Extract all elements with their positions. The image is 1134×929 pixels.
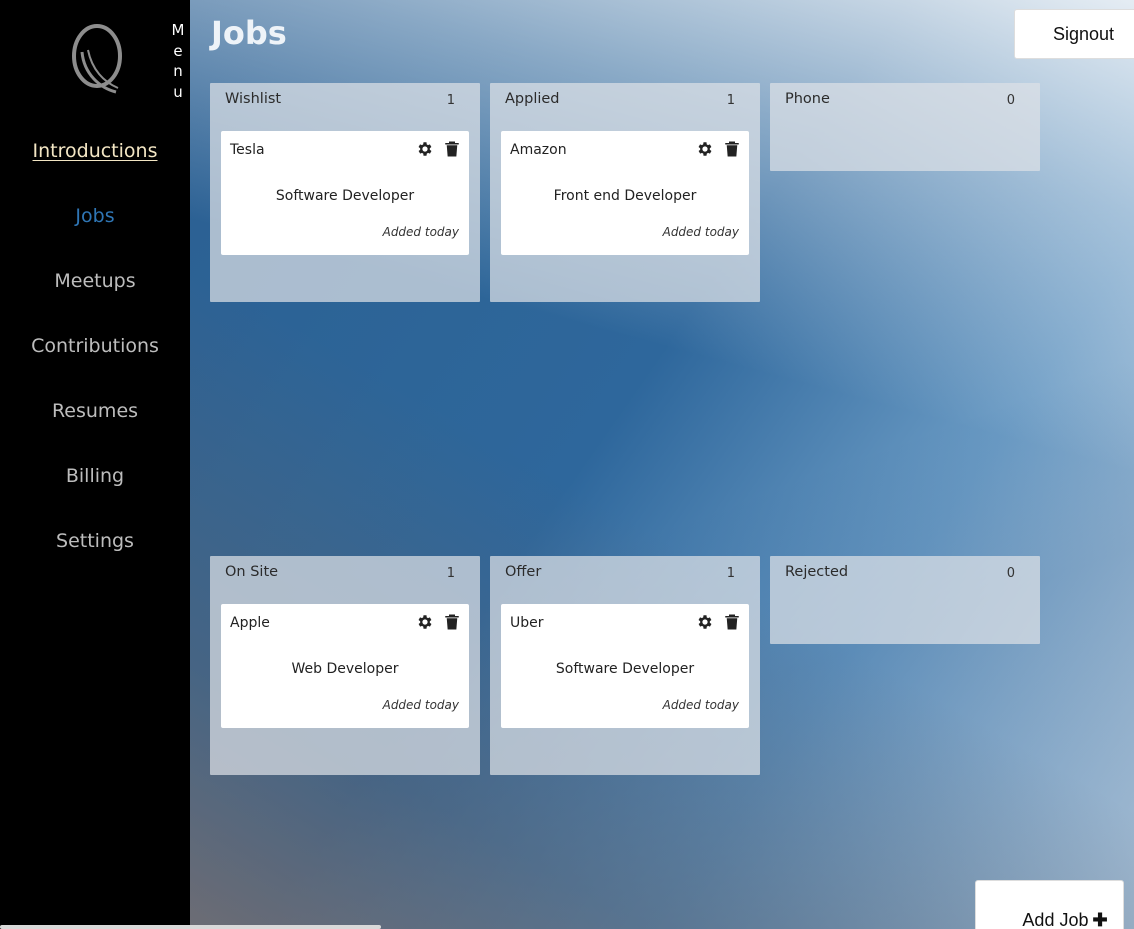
card-added-date: Added today (382, 698, 459, 712)
nav-item-settings[interactable]: Settings (0, 520, 190, 585)
card-added-date: Added today (382, 225, 459, 239)
card-actions (416, 140, 461, 158)
trash-icon[interactable] (443, 613, 461, 631)
column-rejected: Rejected 0 (770, 556, 1040, 644)
nav-item-meetups[interactable]: Meetups (0, 260, 190, 325)
nav-item-billing[interactable]: Billing (0, 455, 190, 520)
column-header: Rejected 0 (785, 564, 1015, 586)
column-count: 1 (446, 566, 455, 581)
column-header: On Site 1 (225, 564, 455, 586)
job-card[interactable]: Amazon Front end Developer Added today (501, 131, 749, 255)
job-card[interactable]: Tesla Software Developer Added today (221, 131, 469, 255)
card-position: Software Developer (555, 661, 695, 677)
card-company: Uber (510, 615, 544, 631)
trash-icon[interactable] (723, 613, 741, 631)
menu-letter: e (173, 41, 183, 60)
card-added-date: Added today (662, 225, 739, 239)
column-title: Phone (785, 91, 830, 107)
column-header: Applied 1 (505, 91, 735, 113)
column-on-site: On Site 1 Apple Web Developer Added toda… (210, 556, 480, 775)
card-position: Web Developer (291, 661, 399, 677)
horizontal-scrollbar[interactable] (0, 925, 381, 929)
column-count: 1 (446, 93, 455, 108)
column-title: Wishlist (225, 91, 282, 107)
app: M e n u Introductions Jobs Meetups Contr… (0, 0, 1134, 929)
gear-icon[interactable] (696, 613, 714, 631)
column-header: Offer 1 (505, 564, 735, 586)
menu-letter: u (173, 82, 183, 101)
column-count: 1 (726, 566, 735, 581)
gear-icon[interactable] (416, 140, 434, 158)
column-title: Applied (505, 91, 560, 107)
nav-item-resumes[interactable]: Resumes (0, 390, 190, 455)
column-title: Offer (505, 564, 542, 580)
trash-icon[interactable] (723, 140, 741, 158)
column-wishlist: Wishlist 1 Tesla Software Developer Adde… (210, 83, 480, 302)
card-company: Tesla (230, 142, 265, 158)
page-title: Jobs (211, 14, 287, 52)
column-count: 0 (1006, 93, 1015, 108)
column-offer: Offer 1 Uber Software Developer Added to… (490, 556, 760, 775)
column-title: Rejected (785, 564, 849, 580)
column-count: 1 (726, 93, 735, 108)
nav-item-introductions[interactable]: Introductions (0, 130, 190, 195)
menu-toggle[interactable]: M e n u (170, 20, 186, 102)
card-actions (416, 613, 461, 631)
column-header: Phone 0 (785, 91, 1015, 113)
signout-button[interactable]: Signout (1014, 9, 1134, 59)
logo-icon (72, 24, 122, 94)
nav-item-jobs[interactable]: Jobs (0, 195, 190, 260)
card-added-date: Added today (662, 698, 739, 712)
card-company: Amazon (510, 142, 567, 158)
card-actions (696, 613, 741, 631)
add-job-label: Add Job (1022, 909, 1089, 929)
column-count: 0 (1006, 566, 1015, 581)
menu-letter: M (171, 21, 185, 39)
card-actions (696, 140, 741, 158)
card-company: Apple (230, 615, 270, 631)
menu-letter: n (173, 62, 183, 80)
card-position: Front end Developer (553, 188, 697, 204)
plus-icon: ✚ (1092, 909, 1108, 929)
gear-icon[interactable] (696, 140, 714, 158)
sidebar: M e n u Introductions Jobs Meetups Contr… (0, 0, 190, 929)
column-header: Wishlist 1 (225, 91, 455, 113)
job-card[interactable]: Apple Web Developer Added today (221, 604, 469, 728)
job-card[interactable]: Uber Software Developer Added today (501, 604, 749, 728)
sidebar-nav: Introductions Jobs Meetups Contributions… (0, 130, 190, 585)
trash-icon[interactable] (443, 140, 461, 158)
card-position: Software Developer (275, 188, 415, 204)
gear-icon[interactable] (416, 613, 434, 631)
column-applied: Applied 1 Amazon Front end Developer Add… (490, 83, 760, 302)
nav-item-contributions[interactable]: Contributions (0, 325, 190, 390)
add-job-button[interactable]: Add Job ✚ (975, 880, 1124, 929)
column-phone: Phone 0 (770, 83, 1040, 171)
column-title: On Site (225, 564, 279, 580)
main-content: Jobs Signout Wishlist 1 Tesla Software D… (190, 0, 1134, 929)
